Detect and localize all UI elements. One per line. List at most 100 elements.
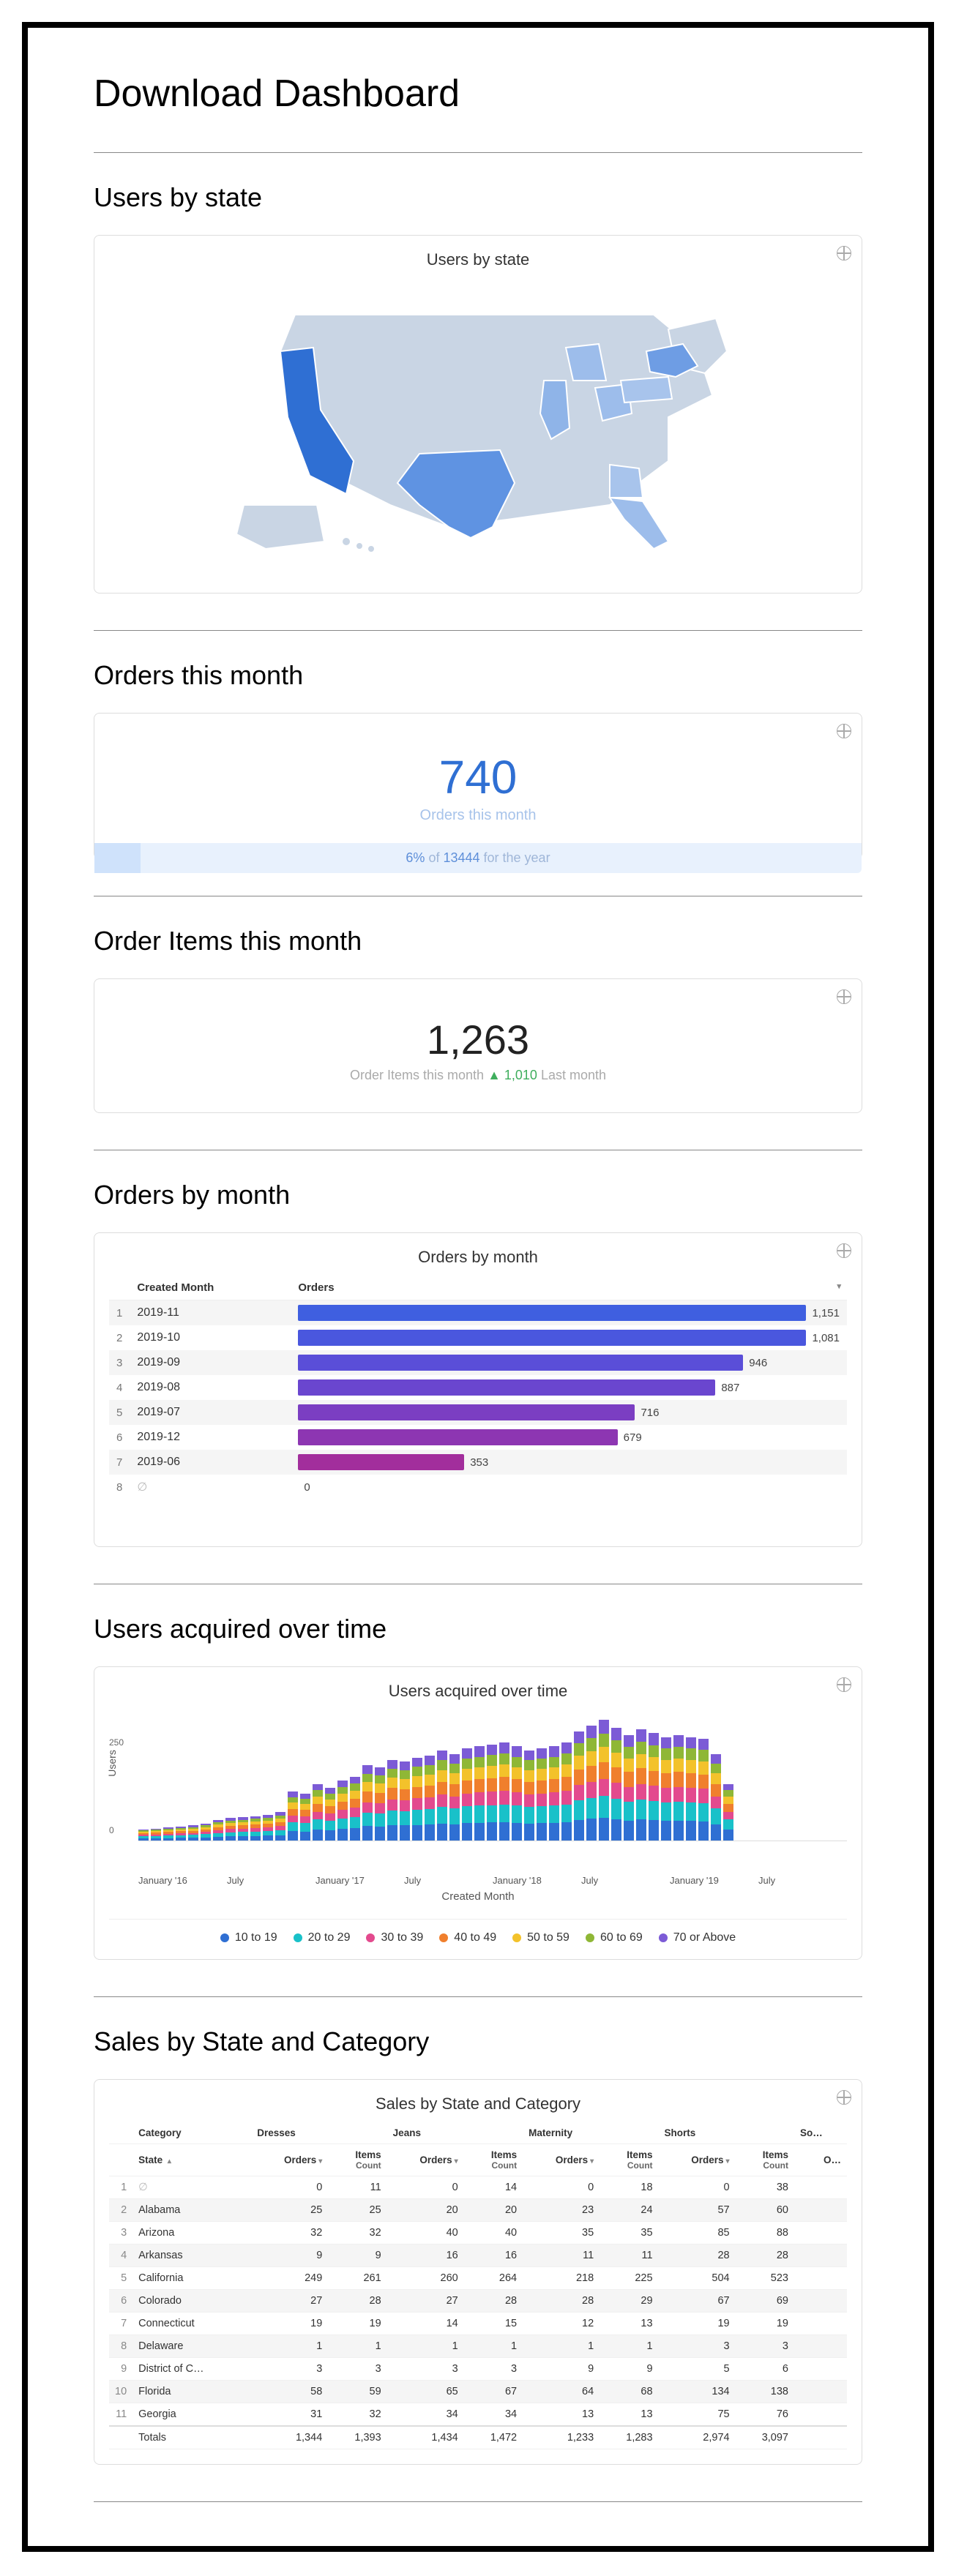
table-row[interactable]: 62019-12679 [109, 1425, 847, 1450]
orders-year-progress: 6% of 13444 for the year [94, 843, 862, 873]
stacked-column [537, 1748, 547, 1841]
state-cell: Florida [132, 2381, 251, 2403]
stacked-column [561, 1742, 572, 1841]
globe-icon[interactable] [837, 1677, 851, 1692]
col-items[interactable]: ItemsCount [328, 2144, 386, 2176]
chart-legend: 10 to 1920 to 2930 to 3940 to 4950 to 59… [109, 1919, 847, 1944]
table-row[interactable]: 9District of C…33339956 [109, 2358, 847, 2381]
table-row[interactable]: 4Arkansas99161611112828 [109, 2244, 847, 2267]
table-row[interactable]: 1∅011014018038 [109, 2176, 847, 2199]
table-row[interactable]: 6Colorado2728272828296769 [109, 2290, 847, 2313]
card-orders-by-month: Orders by month Created Month Orders▾ 12… [94, 1232, 862, 1547]
section-sales-label: Sales by State and Category [94, 1996, 862, 2057]
stacked-column [636, 1729, 646, 1841]
sales-table: CategoryDressesJeansMaternityShortsSo… St… [109, 2122, 847, 2449]
section-orders-month-label: Orders this month [94, 630, 862, 691]
globe-icon[interactable] [837, 2090, 851, 2105]
x-tick-labels: January '16JulyJanuary '17JulyJanuary '1… [109, 1875, 847, 1886]
month-cell: 2019-09 [130, 1350, 291, 1375]
table-row[interactable]: 5California249261260264218225504523 [109, 2267, 847, 2290]
col-group-Jeans[interactable]: Jeans [387, 2122, 523, 2144]
table-row[interactable]: 8∅0 [109, 1475, 847, 1499]
col-orders[interactable]: Orders▾ [251, 2144, 328, 2176]
col-orders[interactable]: Orders▾ [387, 2144, 464, 2176]
table-row[interactable]: 8Delaware11111133 [109, 2335, 847, 2358]
state-cell: California [132, 2267, 251, 2290]
stacked-column [624, 1735, 634, 1841]
table-row[interactable]: 72019-06353 [109, 1450, 847, 1475]
table-row[interactable]: 7Connecticut1919141512131919 [109, 2313, 847, 2335]
globe-icon[interactable] [837, 1243, 851, 1258]
stacked-column [574, 1731, 584, 1841]
col-orders[interactable]: O… [794, 2144, 847, 2176]
table-row[interactable]: 11Georgia3132343413137576 [109, 2403, 847, 2427]
state-cell: Colorado [132, 2290, 251, 2313]
state-cell: ∅ [132, 2176, 251, 2199]
col-items[interactable]: ItemsCount [464, 2144, 523, 2176]
order-items-caption: Order Items this month ▲ 1,010 Last mont… [109, 1068, 847, 1083]
table-row[interactable]: 42019-08887 [109, 1375, 847, 1400]
stacked-column [213, 1820, 223, 1841]
section-users-by-state-label: Users by state [94, 152, 862, 213]
table-row[interactable]: 3Arizona3232404035358588 [109, 2222, 847, 2244]
month-cell: 2019-07 [130, 1400, 291, 1425]
stacked-column [238, 1817, 248, 1841]
state-cell: Georgia [132, 2403, 251, 2427]
dashboard-document: Download Dashboard Users by state Users … [22, 22, 934, 2552]
stacked-column [263, 1815, 273, 1841]
stacked-column [362, 1765, 373, 1841]
month-cell: ∅ [130, 1475, 291, 1499]
globe-icon[interactable] [837, 724, 851, 738]
users-acquired-chart[interactable]: Users 250 0 [109, 1710, 847, 1871]
col-items[interactable]: ItemsCount [736, 2144, 794, 2176]
card-title-orders-by-month: Orders by month [109, 1248, 847, 1267]
stacked-column [325, 1788, 335, 1841]
col-group-So…[interactable]: So… [794, 2122, 847, 2144]
col-orders[interactable]: Orders▾ [291, 1276, 847, 1300]
col-group-Dresses[interactable]: Dresses [251, 2122, 386, 2144]
col-category[interactable]: Category [132, 2122, 251, 2144]
col-state[interactable]: State ▴ [132, 2144, 251, 2176]
table-row[interactable]: 2Alabama2525202023245760 [109, 2199, 847, 2222]
col-orders[interactable]: Orders▾ [523, 2144, 600, 2176]
stacked-column [599, 1720, 609, 1841]
chevron-down-icon: ▾ [726, 2157, 730, 2165]
globe-icon[interactable] [837, 989, 851, 1004]
stacked-column [400, 1761, 410, 1841]
orders-year-percent: 6% [406, 850, 425, 865]
state-cell: Arkansas [132, 2244, 251, 2267]
legend-swatch-icon [294, 1933, 302, 1942]
stacked-column [686, 1737, 696, 1841]
table-row[interactable]: 22019-101,081 [109, 1325, 847, 1350]
chevron-up-icon: ▴ [168, 2157, 171, 2165]
col-created-month[interactable]: Created Month [130, 1276, 291, 1300]
card-users-by-state: Users by state [94, 235, 862, 594]
month-cell: 2019-06 [130, 1450, 291, 1475]
state-cell: Delaware [132, 2335, 251, 2358]
card-orders-this-month: 740 Orders this month 6% of 13444 for th… [94, 713, 862, 859]
month-cell: 2019-12 [130, 1425, 291, 1450]
col-group-Shorts[interactable]: Shorts [659, 2122, 794, 2144]
col-group-Maternity[interactable]: Maternity [523, 2122, 658, 2144]
table-row[interactable]: 12019-111,151 [109, 1300, 847, 1326]
globe-icon[interactable] [837, 246, 851, 261]
col-items[interactable]: ItemsCount [600, 2144, 658, 2176]
stacked-column [313, 1784, 323, 1841]
usa-map[interactable] [109, 278, 847, 578]
table-row[interactable]: 32019-09946 [109, 1350, 847, 1375]
stacked-column [586, 1726, 597, 1841]
stacked-column [138, 1830, 149, 1841]
stacked-column [412, 1758, 422, 1841]
stacked-column [288, 1791, 298, 1841]
table-row[interactable]: 10Florida585965676468134138 [109, 2381, 847, 2403]
chevron-down-icon: ▾ [318, 2157, 322, 2165]
legend-item: 40 to 49 [439, 1931, 496, 1944]
stacked-column [250, 1816, 261, 1841]
stacked-column [611, 1728, 621, 1841]
table-row[interactable]: 52019-07716 [109, 1400, 847, 1425]
state-cell: Arizona [132, 2222, 251, 2244]
stacked-column [487, 1745, 497, 1841]
col-orders[interactable]: Orders▾ [659, 2144, 736, 2176]
stacked-column [275, 1812, 285, 1841]
legend-item: 50 to 59 [512, 1931, 570, 1944]
